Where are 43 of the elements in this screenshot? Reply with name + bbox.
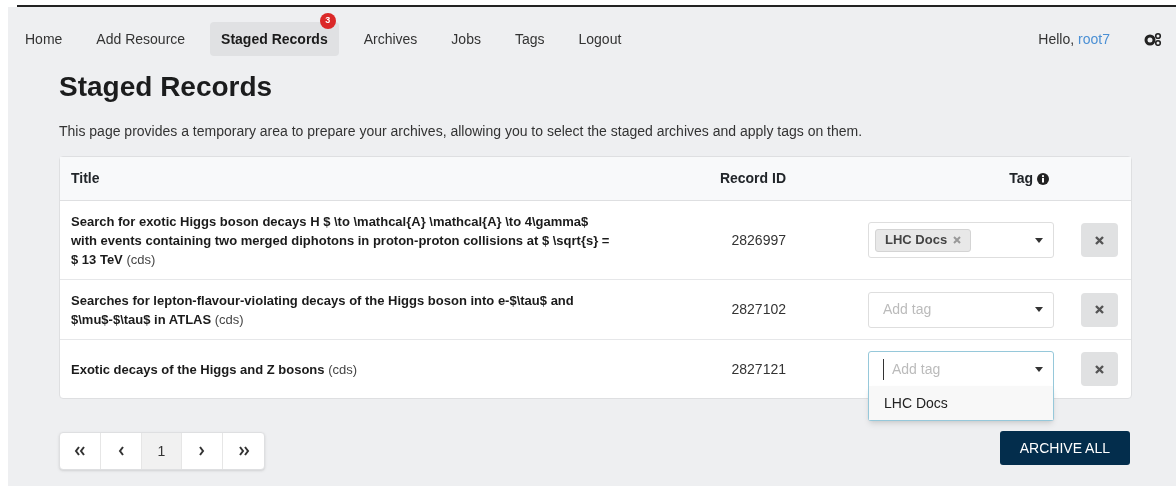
close-icon bbox=[1095, 364, 1104, 374]
record-title: Exotic decays of the Higgs and Z bosons (cds) bbox=[71, 360, 359, 379]
nav-link[interactable]: Staged Records bbox=[210, 22, 339, 56]
remove-icon[interactable] bbox=[953, 236, 962, 244]
column-header: Title bbox=[70, 169, 101, 188]
remove-button[interactable] bbox=[1081, 223, 1118, 257]
notification-badge: 3 bbox=[319, 13, 336, 29]
column-header: Record ID bbox=[718, 169, 786, 188]
table-cell-text: 2826997 bbox=[730, 230, 786, 250]
info-icon bbox=[1037, 172, 1049, 185]
first-page-icon bbox=[74, 446, 86, 456]
close-icon bbox=[1095, 235, 1104, 245]
last-page-icon bbox=[237, 446, 250, 456]
tag-input[interactable]: Add tag bbox=[875, 299, 1035, 320]
caret-icon bbox=[1035, 237, 1043, 243]
caret-icon bbox=[1035, 366, 1043, 372]
tag-dropdown[interactable]: LHC Docs bbox=[868, 222, 1054, 258]
nav-link[interactable]: Logout bbox=[569, 22, 631, 56]
tag-input[interactable]: Add tag bbox=[883, 358, 1035, 380]
column-header: Tag bbox=[1009, 169, 1033, 188]
nav-link[interactable]: Archives bbox=[354, 22, 427, 56]
page-heading: Staged Records bbox=[59, 70, 274, 104]
page-description: This page provides a temporary area to prepare your archives, allowing you to select the staged archives and apply tags on them. bbox=[59, 122, 864, 141]
caret-icon bbox=[1035, 307, 1043, 312]
nav-link[interactable]: Add Resource bbox=[87, 22, 195, 56]
table-cell-text: 2827102 bbox=[730, 300, 786, 319]
record-title: Search for exotic Higgs boson decays H $ \to \mathcal{A} \mathcal{A} \to 4\gamma$ with events containing two merged diphotons in proton-proton collisions at $ \sqrt{s} = $ 13 TeV (cds) bbox=[71, 212, 611, 269]
archive-all-button[interactable]: ARCHIVE ALL bbox=[999, 431, 1130, 465]
page-button[interactable]: 1 bbox=[142, 433, 182, 469]
record-title: Searches for lepton-flavour-violating decays of the Higgs boson into e-$\tau$ and $\mu$-$\tau$ in ATLAS (cds) bbox=[71, 291, 575, 329]
close-icon bbox=[1095, 305, 1104, 314]
remove-button[interactable] bbox=[1081, 352, 1118, 386]
remove-button[interactable] bbox=[1081, 292, 1118, 327]
dropdown-option[interactable]: LHC Docs bbox=[869, 386, 1053, 420]
tag-dropdown[interactable]: Add tag bbox=[868, 291, 1054, 328]
table-cell-text: 2827121 bbox=[730, 359, 786, 379]
nav-link[interactable]: Tags bbox=[505, 22, 554, 56]
greeting-text: Hello, bbox=[1038, 29, 1075, 49]
nav-link[interactable]: Jobs bbox=[442, 22, 490, 56]
tag-dropdown[interactable]: Add tag bbox=[868, 351, 1054, 387]
settings-icon[interactable] bbox=[1144, 32, 1162, 46]
nav-link[interactable]: Home bbox=[16, 22, 72, 56]
tag-chip[interactable]: LHC Docs bbox=[875, 228, 972, 252]
